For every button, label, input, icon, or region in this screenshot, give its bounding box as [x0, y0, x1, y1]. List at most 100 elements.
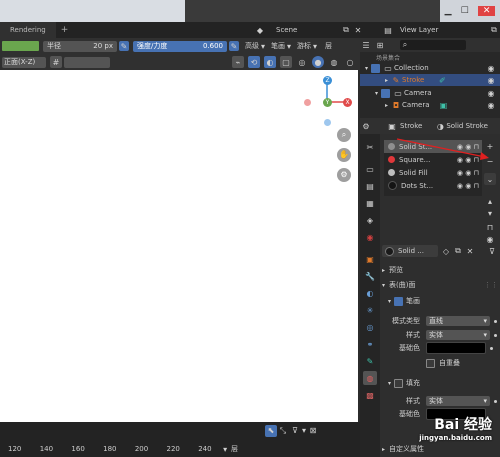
- keyframe-dot-icon[interactable]: [494, 333, 497, 337]
- texture-tab-icon[interactable]: ▩: [363, 388, 377, 402]
- shading-solid-icon[interactable]: ●: [312, 56, 324, 68]
- object-tab-icon[interactable]: ▣: [363, 252, 377, 266]
- copy-scene-icon[interactable]: ⧉: [340, 24, 352, 36]
- camera-view-button[interactable]: ⚙: [337, 168, 351, 182]
- copy-layer-icon[interactable]: ⧉: [488, 24, 500, 36]
- outliner-row-collection[interactable]: ▾ ▭ Collection ◉: [360, 62, 500, 74]
- fill-section[interactable]: ▾ 填充: [388, 377, 498, 389]
- pressure-strength-icon[interactable]: ✎: [229, 41, 239, 51]
- radius-field[interactable]: 半径 20 px: [43, 40, 117, 52]
- drag-handle-icon[interactable]: ⋮⋮: [484, 281, 498, 289]
- lock-icon[interactable]: ⊓: [484, 221, 496, 233]
- strength-field[interactable]: 强度/力度 0.600: [133, 40, 227, 52]
- surface-section[interactable]: ▾ 表(曲)面 ⋮⋮: [382, 279, 498, 291]
- minimize-icon[interactable]: ▁: [445, 6, 452, 16]
- slot-toggle-icons[interactable]: ◉ ◉ ⊓: [457, 182, 479, 190]
- shading-render-icon[interactable]: ○: [344, 56, 356, 68]
- material-slot-row[interactable]: Solid Fill ◉ ◉ ⊓: [384, 166, 482, 179]
- menu-cursor[interactable]: 游标: [297, 41, 311, 51]
- eye-icon[interactable]: ◉: [485, 99, 497, 111]
- eye-icon[interactable]: ◉: [485, 74, 497, 86]
- expand-icon[interactable]: ▾: [365, 65, 368, 72]
- tool-tab-icon[interactable]: ✂: [363, 140, 377, 154]
- hash-icon[interactable]: #: [50, 56, 62, 68]
- view-orientation-select[interactable]: 正面(X-Z): [2, 56, 46, 68]
- eye-icon[interactable]: ◉: [485, 62, 497, 74]
- camera-collection-checkbox[interactable]: [381, 88, 391, 98]
- menu-layer[interactable]: 层: [325, 41, 332, 51]
- outliner-row-stroke[interactable]: ▸ ✎ Stroke ✐ ◉: [360, 74, 500, 86]
- close-icon[interactable]: ✕: [477, 6, 496, 16]
- stroke-section[interactable]: ▾ 笔画: [388, 295, 498, 307]
- outliner-type-icon[interactable]: ☰: [360, 39, 372, 51]
- remove-scene-icon[interactable]: ✕: [352, 24, 364, 36]
- outliner-search[interactable]: ⌕: [400, 40, 466, 50]
- data-tab-icon[interactable]: ✎: [363, 354, 377, 368]
- expand-icon[interactable]: ▸: [385, 102, 388, 109]
- mode-type-select[interactable]: 直线 ▾: [426, 316, 490, 326]
- menu-advanced[interactable]: 高级: [245, 41, 259, 51]
- xray-icon[interactable]: ▢: [280, 56, 292, 68]
- display-mode-icon[interactable]: ⊞: [374, 39, 386, 51]
- move-down-icon[interactable]: ▾: [484, 207, 496, 219]
- world-tab-icon[interactable]: ◉: [363, 230, 377, 244]
- output-tab-icon[interactable]: ▤: [363, 179, 377, 193]
- gizmo-x-axis[interactable]: X: [343, 98, 352, 107]
- layer-field[interactable]: [64, 56, 110, 68]
- preview-section[interactable]: ▸ 预览: [382, 264, 498, 276]
- slot-toggle-icons[interactable]: ◉ ◉ ⊓: [457, 169, 479, 177]
- scene-tab-icon[interactable]: ◈: [363, 213, 377, 227]
- expand-icon[interactable]: ▸: [385, 77, 388, 84]
- modifier-tab-icon[interactable]: 🔧: [363, 269, 377, 283]
- self-overlap-checkbox[interactable]: [426, 358, 435, 368]
- gizmo-neg-x-axis[interactable]: [304, 99, 311, 106]
- maximize-icon[interactable]: ☐: [461, 6, 469, 16]
- duplicate-material-icon[interactable]: ⧉: [452, 245, 464, 257]
- outliner-row-camera[interactable]: ▸ ◘ Camera ▣ ◉: [360, 99, 500, 111]
- select-icon[interactable]: ⬉: [265, 424, 277, 437]
- editor-type-icon[interactable]: ⚙: [360, 120, 372, 132]
- pressure-radius-icon[interactable]: ✎: [119, 41, 129, 51]
- material-datablock[interactable]: Solid ...: [382, 245, 438, 257]
- unlink-material-icon[interactable]: ✕: [464, 245, 476, 257]
- render-tab-icon[interactable]: ▭: [363, 162, 377, 176]
- eye-icon[interactable]: ◉: [485, 87, 497, 99]
- overlay-icon[interactable]: ◐: [264, 56, 276, 68]
- self-overlap-row[interactable]: 自重叠: [426, 357, 498, 369]
- keyframe-dot-icon[interactable]: [494, 399, 497, 403]
- style-select[interactable]: 实体 ▾: [426, 330, 490, 340]
- collection-checkbox[interactable]: [371, 63, 381, 73]
- particles-tab-icon[interactable]: ✳: [363, 303, 377, 317]
- gizmo-icon[interactable]: ⟲: [248, 56, 260, 68]
- gizmo-y-axis[interactable]: Y: [323, 98, 332, 107]
- physics-tab-icon[interactable]: ◎: [363, 320, 377, 334]
- fill-enable-checkbox[interactable]: [394, 378, 404, 388]
- gizmo-z-axis[interactable]: Z: [323, 76, 332, 85]
- expand-icon[interactable]: ▾: [375, 90, 378, 97]
- filter-icon[interactable]: ⊽: [486, 245, 498, 257]
- brush-color-bar[interactable]: [2, 41, 39, 51]
- material-slot-row[interactable]: Dots St... ◉ ◉ ⊓: [384, 179, 482, 192]
- snap-icon[interactable]: ⌁: [232, 56, 244, 68]
- material-tab-icon[interactable]: ◍: [363, 371, 377, 385]
- snap-toggle-icon[interactable]: ⊠: [307, 425, 319, 437]
- view-layer-tab-icon[interactable]: ▦: [363, 196, 377, 210]
- filter-icon[interactable]: ⊽: [289, 425, 301, 437]
- slot-menu-icon[interactable]: ⌄: [484, 173, 496, 185]
- shading-material-icon[interactable]: ◍: [328, 56, 340, 68]
- outliner-row-camera-collection[interactable]: ▾ ▭ Camera ◉: [360, 87, 500, 99]
- move-up-icon[interactable]: ▴: [484, 195, 496, 207]
- jump-icon[interactable]: ⤡: [277, 425, 289, 437]
- fake-user-icon[interactable]: ◇: [440, 245, 452, 257]
- constraints-tab-icon[interactable]: ⚭: [363, 337, 377, 351]
- fill-style-select[interactable]: 实体 ▾: [426, 396, 490, 406]
- scene-selector[interactable]: ◆ Scene ⧉ ✕: [254, 22, 364, 38]
- keyframe-dot-icon[interactable]: [494, 319, 497, 323]
- stroke-enable-checkbox[interactable]: [394, 296, 404, 306]
- shader-fx-tab-icon[interactable]: ◐: [363, 286, 377, 300]
- pan-view-button[interactable]: ✋: [337, 148, 351, 162]
- keyframe-dot-icon[interactable]: [490, 346, 493, 350]
- gizmo-neg-z-axis[interactable]: [324, 119, 331, 126]
- add-workspace-button[interactable]: +: [56, 25, 74, 35]
- navigation-gizmo[interactable]: Z Y X: [302, 72, 356, 132]
